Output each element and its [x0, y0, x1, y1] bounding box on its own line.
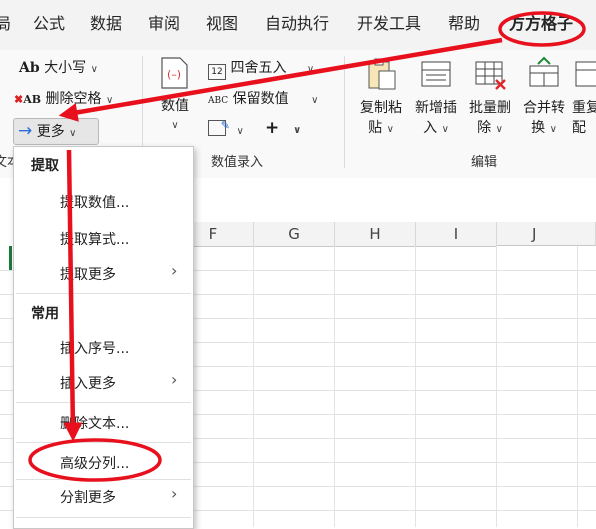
- chevron-down-icon: ∨: [105, 95, 114, 106]
- numeric-group-label: 数值录入: [211, 155, 264, 170]
- menu-separator: [16, 517, 191, 518]
- repeat-match-label-2: 配: [572, 120, 586, 136]
- merge-convert-button[interactable]: 合并转 换 ∨: [518, 56, 570, 140]
- new-insert-button[interactable]: 新增插 入 ∨: [410, 56, 462, 140]
- round-label: 四舍五入: [230, 60, 287, 76]
- menu-item-insert-more[interactable]: 插入更多: [60, 373, 116, 393]
- keep-numeric-button[interactable]: ABC 保留数值 ∨: [208, 90, 318, 110]
- menu-item-split-more[interactable]: 分割更多: [60, 487, 116, 507]
- menu-separator: [16, 293, 191, 294]
- batch-delete-label: 批量删: [469, 100, 511, 116]
- new-insert-label-2: 入: [423, 120, 438, 136]
- numeric-label: 数值: [161, 98, 189, 114]
- chevron-down-icon: ∨: [311, 95, 319, 106]
- tab-layout[interactable]: 局: [0, 14, 11, 34]
- numeric-button[interactable]: (–) 数值 ∨: [153, 56, 197, 136]
- insert-rows-icon: [421, 61, 451, 87]
- column-gridline: [577, 246, 578, 527]
- menu-section-common: 常用: [31, 306, 59, 322]
- menu-item-insert-serial[interactable]: 插入序号...: [60, 338, 129, 358]
- plus-button[interactable]: + ∨: [265, 119, 301, 140]
- tab-help[interactable]: 帮助: [448, 14, 480, 34]
- numeric-icon: (–): [161, 57, 188, 89]
- copy-paste-label: 复制粘: [360, 100, 402, 116]
- tab-review[interactable]: 审阅: [148, 14, 180, 34]
- arrow-right-icon: →: [18, 121, 33, 141]
- more-label: 更多: [36, 124, 65, 140]
- chevron-down-icon: ∨: [549, 124, 557, 135]
- clipboard-icon: [368, 58, 396, 90]
- chevron-down-icon: ∨: [441, 124, 449, 135]
- tab-developer[interactable]: 开发工具: [357, 14, 421, 34]
- new-insert-label: 新增插: [415, 100, 457, 116]
- repeat-match-icon: [575, 61, 596, 87]
- merge-convert-label-2: 换: [531, 120, 546, 136]
- repeat-match-label: 重复: [572, 100, 596, 116]
- batch-delete-button[interactable]: 批量删 除 ∨: [464, 56, 516, 140]
- tab-data[interactable]: 数据: [90, 14, 122, 34]
- batch-delete-label-2: 除: [477, 120, 492, 136]
- chevron-down-icon: ∨: [69, 128, 77, 139]
- round-icon: 12: [208, 64, 226, 80]
- delete-space-label: 删除空格: [45, 91, 102, 107]
- chevron-down-icon: ∨: [386, 124, 394, 135]
- column-header-i[interactable]: I: [416, 222, 497, 247]
- tab-fangfang-gezi[interactable]: 方方格子: [509, 14, 573, 34]
- merge-convert-label: 合并转: [523, 100, 565, 116]
- delete-grid-icon: [475, 61, 506, 90]
- menu-separator: [16, 479, 191, 480]
- column-gridline: [415, 246, 416, 527]
- column-gridline: [334, 246, 335, 527]
- chevron-down-icon: ∨: [293, 125, 302, 136]
- chevron-right-icon: ›: [171, 484, 178, 503]
- column-gridline: [253, 246, 254, 527]
- tab-automate[interactable]: 自动执行: [265, 14, 329, 34]
- edit-cell-button[interactable]: ✎ ∨: [208, 119, 244, 141]
- chevron-right-icon: ›: [171, 370, 178, 389]
- case-label: 大小写: [44, 60, 87, 76]
- merge-icon: [529, 56, 559, 87]
- chevron-down-icon: ∨: [495, 124, 503, 135]
- column-header-h[interactable]: H: [335, 222, 416, 247]
- column-header-j[interactable]: J: [497, 222, 596, 246]
- menu-item-delete-text[interactable]: 删除文本...: [60, 413, 129, 433]
- round-button[interactable]: 12 四舍五入 ∨: [208, 59, 314, 80]
- group-divider: [344, 56, 345, 168]
- menu-item-extract-formulas[interactable]: 提取算式...: [60, 229, 129, 249]
- selected-cell-indicator: [9, 246, 12, 270]
- chevron-down-icon: ∨: [171, 120, 179, 131]
- menu-item-extract-numbers[interactable]: 提取数值...: [60, 192, 129, 212]
- menu-separator: [16, 402, 191, 403]
- column-header-g[interactable]: G: [254, 222, 335, 247]
- repeat-match-button[interactable]: 重复 配: [572, 56, 596, 138]
- delete-space-icon: ✖AB: [14, 93, 42, 106]
- chevron-down-icon: ∨: [306, 64, 315, 75]
- column-gridline: [496, 246, 497, 527]
- delete-space-button[interactable]: ✖AB 删除空格 ∨: [14, 90, 113, 110]
- cell-edit-icon: ✎: [208, 119, 230, 136]
- case-button[interactable]: Ab 大小写 ∨: [19, 59, 98, 79]
- edit-group-label: 编辑: [471, 155, 498, 170]
- copy-paste-label-2: 贴: [368, 120, 383, 136]
- chevron-down-icon: ∨: [236, 126, 244, 137]
- keep-numeric-label: 保留数值: [232, 91, 289, 107]
- chevron-down-icon: ∨: [90, 64, 98, 75]
- tab-formulas[interactable]: 公式: [33, 14, 65, 34]
- menu-item-advanced-split[interactable]: 高级分列...: [60, 453, 129, 473]
- svg-text:(–): (–): [167, 68, 181, 81]
- more-button[interactable]: → 更多 ∨: [13, 118, 99, 145]
- tab-view[interactable]: 视图: [206, 14, 238, 34]
- plus-label: +: [265, 118, 280, 138]
- menu-separator: [16, 442, 191, 443]
- chevron-right-icon: ›: [171, 261, 178, 280]
- more-dropdown-menu: 提取 提取数值... 提取算式... 提取更多 › 常用 插入序号... 插入更…: [13, 146, 194, 529]
- ribbon-tab-bar: 局 公式 数据 审阅 视图 自动执行 开发工具 帮助 方方格子: [0, 0, 596, 50]
- menu-item-extract-more[interactable]: 提取更多: [60, 264, 116, 284]
- case-icon: Ab: [19, 60, 40, 76]
- abc-icon: ABC: [208, 96, 229, 106]
- menu-section-extract: 提取: [31, 158, 59, 174]
- copy-paste-button[interactable]: 复制粘 贴 ∨: [355, 56, 407, 140]
